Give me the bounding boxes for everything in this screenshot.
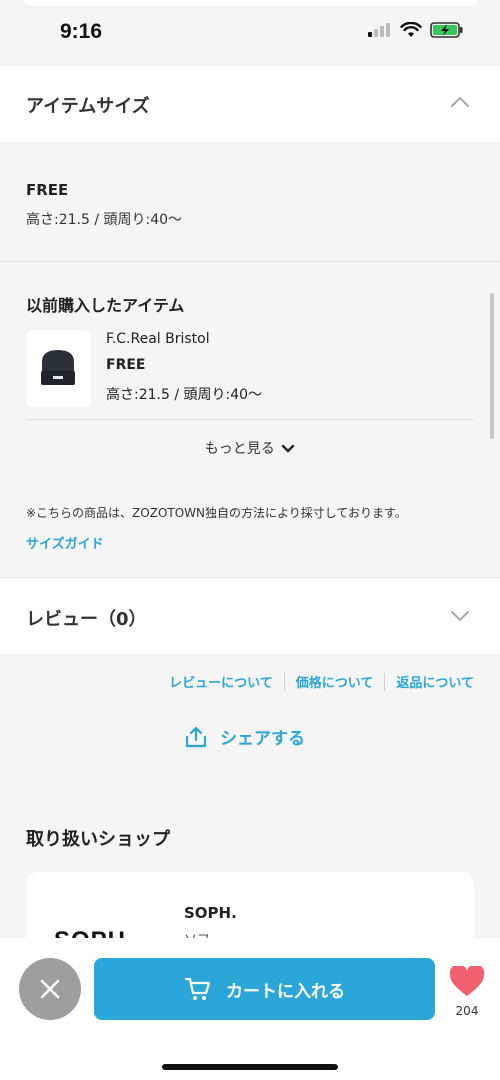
heart-icon: [449, 964, 485, 996]
price-info-link[interactable]: 価格について: [296, 672, 374, 691]
close-icon: [40, 979, 60, 999]
chevron-up-icon[interactable]: [450, 96, 470, 108]
show-more-link[interactable]: もっと見る: [0, 438, 500, 458]
previous-items-title: 以前購入したアイテム: [26, 296, 185, 315]
size-label: FREE: [26, 181, 69, 199]
previous-item-size: FREE: [106, 357, 146, 373]
share-icon: [185, 726, 207, 747]
link-separator: [384, 672, 386, 691]
wifi-icon: [400, 22, 422, 37]
info-links: レビューについて 価格について 返品について: [169, 672, 474, 691]
add-to-cart-button[interactable]: カートに入れる: [94, 958, 435, 1020]
share-button[interactable]: シェアする: [184, 724, 305, 749]
share-label: シェアする: [220, 729, 305, 749]
close-button[interactable]: [19, 958, 81, 1020]
add-to-cart-label: カートに入れる: [226, 981, 345, 1002]
home-indicator[interactable]: [162, 1064, 338, 1070]
status-time: 9:16: [60, 20, 103, 43]
cart-icon: [184, 977, 211, 1000]
status-bar: 9:16: [0, 0, 500, 66]
review-title: レビュー（0）: [26, 609, 147, 630]
divider: [0, 261, 500, 262]
show-more-label: もっと見る: [204, 441, 275, 457]
favorite-count: 204: [455, 1004, 479, 1018]
review-info-link[interactable]: レビューについて: [169, 672, 273, 691]
item-size-accordion[interactable]: アイテムサイズ: [0, 66, 500, 142]
return-info-link[interactable]: 返品について: [396, 672, 474, 691]
battery-charging-icon: [430, 22, 463, 38]
item-size-title: アイテムサイズ: [26, 96, 150, 117]
measurement-note: ※こちらの商品は、ZOZOTOWN独自の方法により採寸しております。: [26, 506, 407, 520]
favorite-button[interactable]: 204: [449, 964, 485, 1018]
link-separator: [283, 672, 285, 691]
previous-item-brand[interactable]: F.C.Real Bristol: [106, 331, 210, 347]
shop-name: SOPH.: [184, 904, 237, 922]
previous-item-thumbnail[interactable]: [26, 330, 90, 407]
bottom-action-bar: カートに入れる 204: [0, 938, 500, 1080]
divider: [26, 419, 474, 420]
shop-heading: 取り扱いショップ: [26, 829, 170, 850]
review-accordion[interactable]: レビュー（0）: [0, 578, 500, 654]
cellular-signal-icon: [368, 23, 390, 37]
size-guide-link[interactable]: サイズガイド: [26, 533, 104, 552]
size-spec: 高さ:21.5 / 頭周り:40～: [26, 212, 183, 228]
sheet-edge: [24, 0, 476, 6]
previous-item-spec: 高さ:21.5 / 頭周り:40～: [106, 387, 263, 403]
chevron-down-icon[interactable]: [450, 610, 470, 622]
beanie-image-icon: [41, 350, 75, 385]
chevron-down-icon: [282, 444, 295, 453]
scrollbar[interactable]: [490, 293, 494, 439]
